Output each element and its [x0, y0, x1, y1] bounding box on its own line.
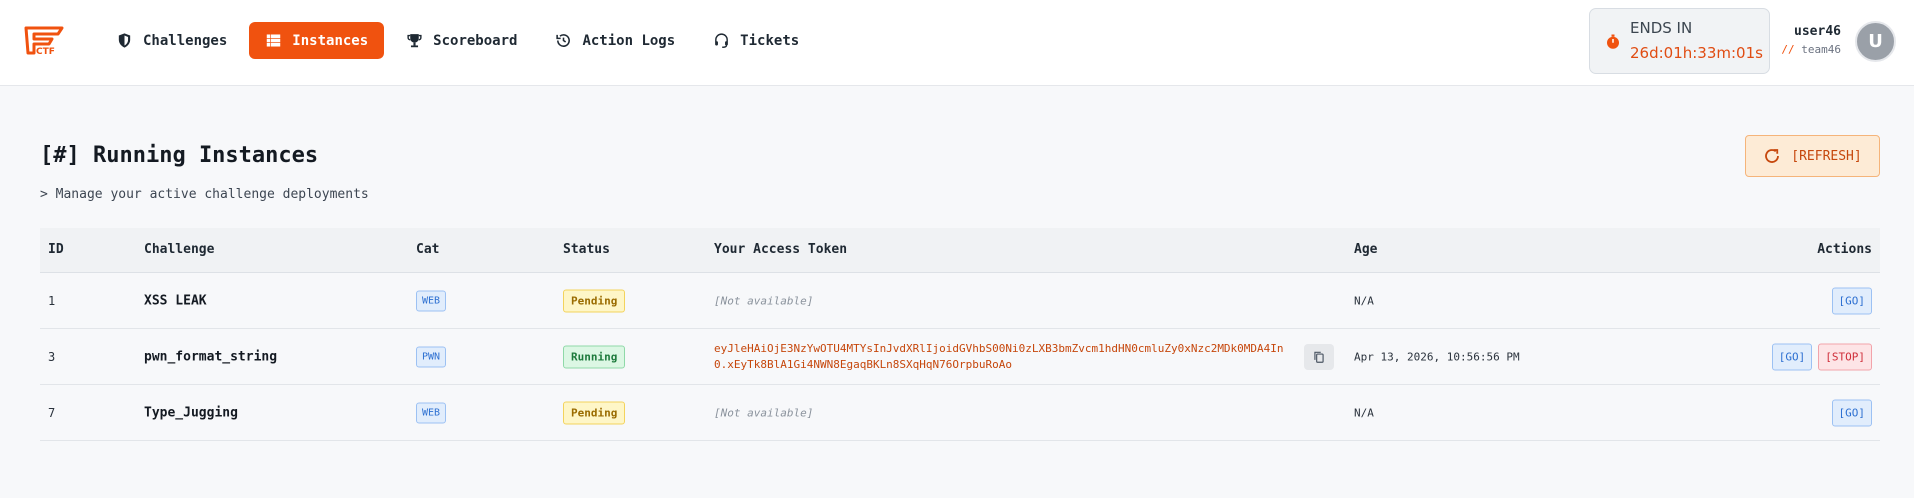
- row-id: 7: [48, 405, 56, 420]
- table-row: 3 pwn_format_string PWN Running eyJleHAi…: [40, 329, 1880, 385]
- table-header: ID Challenge Cat Status Your Access Toke…: [40, 228, 1880, 273]
- nav-tickets-label: Tickets: [740, 32, 800, 49]
- nav-tickets[interactable]: Tickets: [697, 22, 815, 59]
- table-row: 7 Type_Jugging WEB Pending [Not availabl…: [40, 385, 1880, 441]
- status-badge: Running: [563, 345, 626, 368]
- countdown-timer: ENDS IN 26d:01h:33m:01s: [1589, 8, 1770, 74]
- stopwatch-icon: [1607, 34, 1619, 49]
- col-actions: Actions: [1817, 242, 1872, 257]
- status-badge: Pending: [563, 289, 626, 312]
- row-challenge: Type_Jugging: [144, 405, 238, 420]
- row-age: N/A: [1354, 406, 1374, 419]
- go-button[interactable]: [GO]: [1831, 287, 1872, 314]
- refresh-label: [REFRESH]: [1791, 148, 1862, 164]
- trophy-icon: [407, 34, 422, 48]
- headset-icon: [715, 33, 729, 48]
- category-badge: WEB: [416, 402, 447, 423]
- access-token[interactable]: eyJleHAiOjE3NzYwOTU4MTYsInJvdXRlIjoidGVh…: [714, 341, 1294, 373]
- nav-instances[interactable]: Instances: [249, 22, 385, 59]
- page-subtitle: > Manage your active challenge deploymen…: [40, 187, 369, 202]
- refresh-button[interactable]: [REFRESH]: [1745, 135, 1880, 177]
- refresh-icon: [1765, 149, 1780, 163]
- nav-scoreboard-label: Scoreboard: [433, 32, 518, 49]
- row-id: 3: [48, 349, 56, 364]
- nav-scoreboard[interactable]: Scoreboard: [390, 22, 533, 59]
- copy-icon: [1314, 351, 1324, 363]
- nav-action-logs-label: Action Logs: [582, 32, 676, 49]
- stop-button[interactable]: [STOP]: [1818, 343, 1872, 370]
- team-name: team46: [1801, 43, 1841, 56]
- status-badge: Pending: [563, 401, 626, 424]
- user-info[interactable]: user46 // team46: [1781, 24, 1841, 56]
- page-title: [#] Running Instances: [40, 143, 319, 168]
- username: user46: [1794, 24, 1841, 39]
- top-navbar: CTF Challenges Instances Scoreboard Acti…: [0, 0, 1914, 86]
- nav-challenges[interactable]: Challenges: [100, 22, 243, 59]
- access-token: [Not available]: [714, 294, 814, 307]
- timer-value: 26d:01h:33m:01s: [1630, 44, 1763, 62]
- timer-label: ENDS IN: [1630, 19, 1693, 37]
- go-button[interactable]: [GO]: [1771, 343, 1813, 370]
- list-icon: [267, 34, 281, 47]
- nav-action-logs[interactable]: Action Logs: [539, 22, 691, 59]
- col-age: Age: [1354, 242, 1378, 257]
- row-challenge: XSS LEAK: [144, 293, 207, 308]
- category-badge: WEB: [416, 290, 447, 311]
- row-age: Apr 13, 2026, 10:56:56 PM: [1354, 350, 1520, 363]
- copy-token-button[interactable]: [1304, 343, 1334, 370]
- category-badge: PWN: [416, 346, 447, 367]
- logo-text: CTF: [36, 47, 55, 56]
- nav-challenges-label: Challenges: [143, 32, 228, 49]
- nav-instances-label: Instances: [292, 32, 369, 49]
- main-nav: Challenges Instances Scoreboard Action L…: [100, 22, 815, 59]
- history-icon: [556, 34, 571, 47]
- col-id: ID: [48, 242, 64, 257]
- row-age: N/A: [1354, 294, 1374, 307]
- access-token: [Not available]: [714, 406, 814, 419]
- row-challenge: pwn_format_string: [144, 349, 278, 364]
- instances-table: ID Challenge Cat Status Your Access Toke…: [40, 228, 1880, 441]
- team-prefix: //: [1781, 43, 1795, 56]
- table-row: 1 XSS LEAK WEB Pending [Not available] N…: [40, 273, 1880, 329]
- col-status: Status: [563, 242, 610, 257]
- shield-icon: [118, 33, 131, 48]
- col-token: Your Access Token: [714, 242, 848, 257]
- go-button[interactable]: [GO]: [1831, 399, 1872, 426]
- ctf-logo[interactable]: CTF: [24, 26, 64, 56]
- avatar[interactable]: U: [1855, 21, 1896, 62]
- col-cat: Cat: [416, 242, 440, 257]
- col-challenge: Challenge: [144, 242, 215, 257]
- row-id: 1: [48, 293, 56, 308]
